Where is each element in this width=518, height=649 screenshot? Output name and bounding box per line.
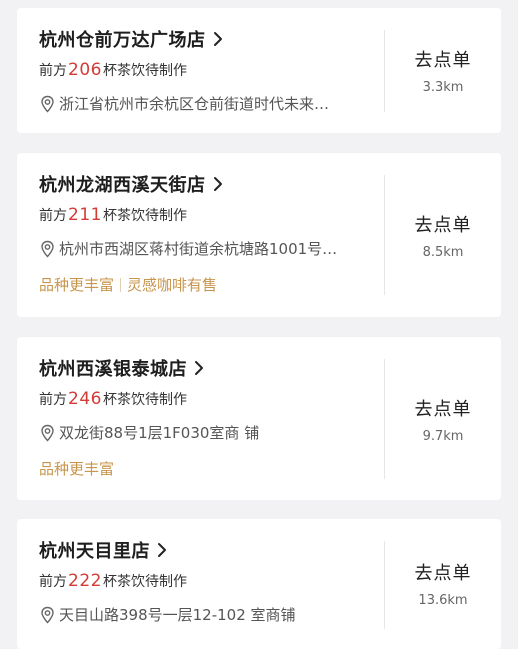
- queue-suffix: 杯茶饮待制作: [102, 574, 187, 590]
- store-name[interactable]: 杭州龙湖西溪天街店: [39, 171, 206, 197]
- store-address: 浙江省杭州市余杭区仓前街道时代未来…: [39, 93, 329, 114]
- store-title[interactable]: 杭州天目里店: [39, 537, 169, 563]
- chevron-right-icon: [213, 177, 222, 191]
- distance: 9.7km: [422, 429, 464, 444]
- queue-count: 222: [68, 571, 102, 591]
- queue-prefix: 前方: [39, 208, 67, 224]
- queue-count: 211: [68, 205, 102, 225]
- distance: 8.5km: [422, 245, 464, 260]
- order-label: 去点单: [414, 215, 472, 236]
- location-pin-icon: [41, 424, 54, 442]
- address-text: 天目山路398号一层12-102 室商铺: [59, 606, 296, 624]
- store-title[interactable]: 杭州西溪银泰城店: [39, 355, 206, 381]
- store-address: 双龙街88号1层1F030室商 铺: [39, 422, 259, 443]
- store-name[interactable]: 杭州仓前万达广场店: [39, 26, 206, 52]
- store-card[interactable]: 杭州仓前万达广场店 前方 206 杯茶饮待制作 浙江省杭州市余杭区仓前街道时代未…: [17, 8, 501, 133]
- location-pin-icon: [41, 95, 54, 113]
- store-card[interactable]: 杭州龙湖西溪天街店 前方 211 杯茶饮待制作 杭州市西湖区蒋村街道余杭塘路10…: [17, 153, 501, 317]
- location-pin-icon: [41, 606, 54, 624]
- store-tags: 品种更丰富: [39, 458, 114, 479]
- tag: 灵感咖啡有售: [127, 276, 218, 294]
- queue-status: 前方 222 杯茶饮待制作: [39, 571, 187, 591]
- queue-suffix: 杯茶饮待制作: [102, 392, 187, 408]
- order-button[interactable]: 去点单 8.5km: [385, 211, 501, 260]
- queue-suffix: 杯茶饮待制作: [102, 208, 187, 224]
- queue-prefix: 前方: [39, 392, 67, 408]
- order-button[interactable]: 去点单 3.3km: [385, 46, 501, 95]
- store-card[interactable]: 杭州天目里店 前方 222 杯茶饮待制作 天目山路398号一层12-102 室商…: [17, 519, 501, 649]
- queue-prefix: 前方: [39, 574, 67, 590]
- order-button[interactable]: 去点单 13.6km: [385, 559, 501, 608]
- store-title[interactable]: 杭州龙湖西溪天街店: [39, 171, 225, 197]
- address-text: 杭州市西湖区蒋村街道余杭塘路1001号…: [59, 240, 338, 258]
- chevron-right-icon: [158, 543, 166, 557]
- chevron-right-icon: [195, 361, 203, 375]
- queue-suffix: 杯茶饮待制作: [102, 63, 187, 79]
- store-tags: 品种更丰富 灵感咖啡有售: [39, 274, 217, 295]
- queue-status: 前方 211 杯茶饮待制作: [39, 205, 187, 225]
- queue-count: 246: [68, 389, 102, 409]
- queue-status: 前方 206 杯茶饮待制作: [39, 60, 187, 80]
- store-title[interactable]: 杭州仓前万达广场店: [39, 26, 225, 52]
- order-label: 去点单: [414, 50, 472, 71]
- distance: 13.6km: [418, 593, 468, 608]
- tag-separator: [120, 277, 122, 292]
- location-pin-icon: [41, 240, 54, 258]
- store-address: 杭州市西湖区蒋村街道余杭塘路1001号…: [39, 238, 337, 259]
- store-list: 杭州仓前万达广场店 前方 206 杯茶饮待制作 浙江省杭州市余杭区仓前街道时代未…: [0, 0, 518, 649]
- store-address: 天目山路398号一层12-102 室商铺: [39, 604, 296, 625]
- queue-prefix: 前方: [39, 63, 67, 79]
- queue-status: 前方 246 杯茶饮待制作: [39, 389, 187, 409]
- store-card[interactable]: 杭州西溪银泰城店 前方 246 杯茶饮待制作 双龙街88号1层1F030室商 铺…: [17, 337, 501, 500]
- address-text: 双龙街88号1层1F030室商 铺: [59, 424, 260, 442]
- tag: 品种更丰富: [39, 460, 115, 478]
- order-button[interactable]: 去点单 9.7km: [385, 395, 501, 444]
- chevron-right-icon: [213, 32, 222, 46]
- queue-count: 206: [68, 60, 102, 80]
- store-name[interactable]: 杭州天目里店: [39, 537, 150, 563]
- order-label: 去点单: [414, 563, 472, 584]
- store-name[interactable]: 杭州西溪银泰城店: [39, 355, 187, 381]
- distance: 3.3km: [422, 80, 464, 95]
- tag: 品种更丰富: [39, 276, 115, 294]
- address-text: 浙江省杭州市余杭区仓前街道时代未来…: [59, 95, 330, 113]
- order-label: 去点单: [414, 399, 472, 420]
